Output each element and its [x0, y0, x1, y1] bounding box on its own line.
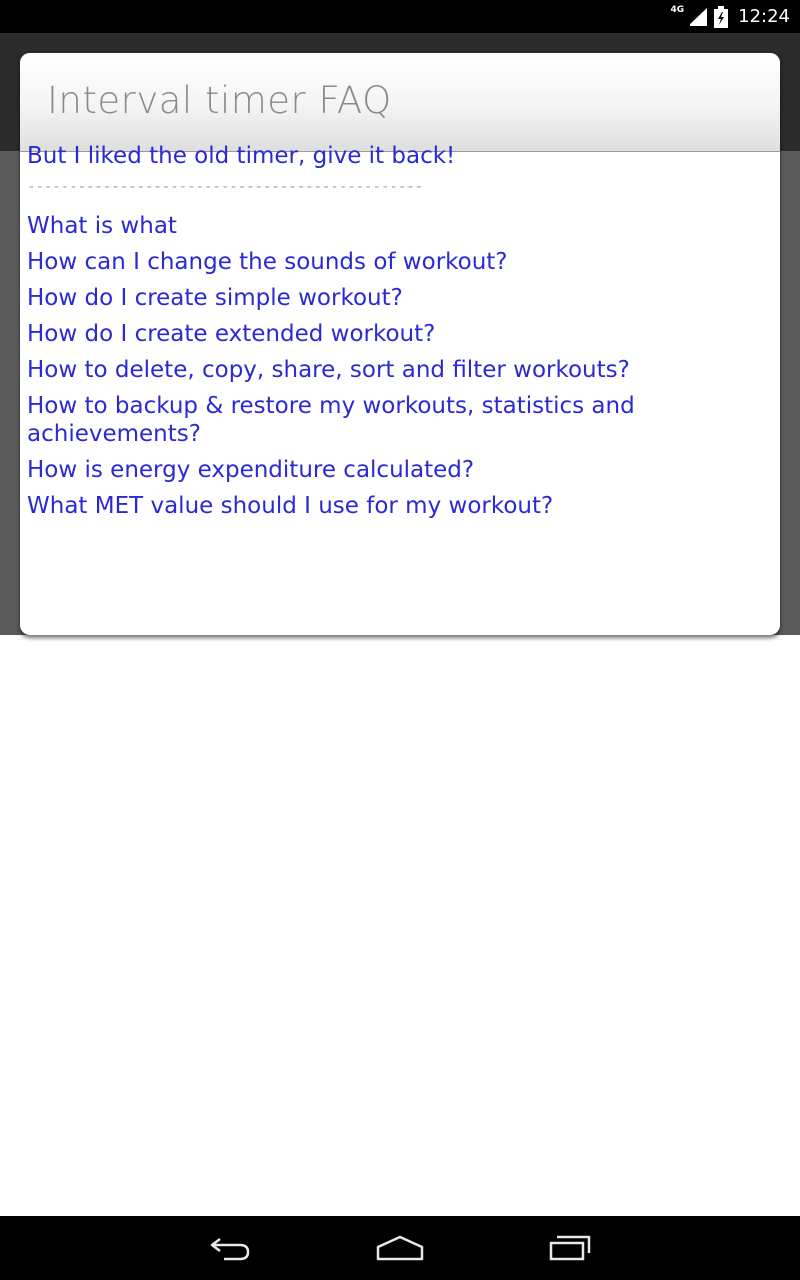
- faq-link-met-value[interactable]: What MET value should I use for my worko…: [27, 492, 727, 520]
- status-icons: 4G 12:24: [670, 0, 790, 33]
- network-type-label: 4G: [670, 4, 685, 15]
- screen: 4G 12:24 Interval timer FAQ But I liked …: [0, 0, 800, 1280]
- dialog-header: Interval timer FAQ: [20, 53, 780, 152]
- home-icon: [376, 1235, 424, 1261]
- navigation-bar: [0, 1216, 800, 1280]
- recent-apps-button[interactable]: [540, 1228, 600, 1268]
- back-icon: [210, 1238, 250, 1261]
- faq-link-simple-workout[interactable]: How do I create simple workout?: [27, 284, 727, 312]
- faq-link-backup-restore[interactable]: How to backup & restore my workouts, sta…: [27, 392, 647, 448]
- dialog-title: Interval timer FAQ: [47, 79, 392, 122]
- dialog-body: But I liked the old timer, give it back!…: [27, 142, 727, 528]
- status-bar: 4G 12:24: [0, 0, 800, 33]
- faq-link-change-sounds[interactable]: How can I change the sounds of workout?: [27, 248, 727, 276]
- signal-icon: [688, 7, 708, 26]
- battery-icon: [714, 5, 729, 28]
- recent-apps-icon: [549, 1235, 591, 1261]
- faq-link-manage-workouts[interactable]: How to delete, copy, share, sort and fil…: [27, 356, 727, 384]
- faq-link-what-is-what[interactable]: What is what: [27, 212, 727, 240]
- home-button[interactable]: [370, 1228, 430, 1268]
- divider: ----------------------------------------…: [27, 180, 422, 194]
- back-button[interactable]: [200, 1228, 260, 1268]
- faq-link-extended-workout[interactable]: How do I create extended workout?: [27, 320, 727, 348]
- old-timer-link[interactable]: But I liked the old timer, give it back!: [27, 142, 727, 170]
- status-time: 12:24: [738, 6, 790, 27]
- faq-list: What is what How can I change the sounds…: [27, 212, 727, 520]
- faq-link-energy-expenditure[interactable]: How is energy expenditure calculated?: [27, 456, 727, 484]
